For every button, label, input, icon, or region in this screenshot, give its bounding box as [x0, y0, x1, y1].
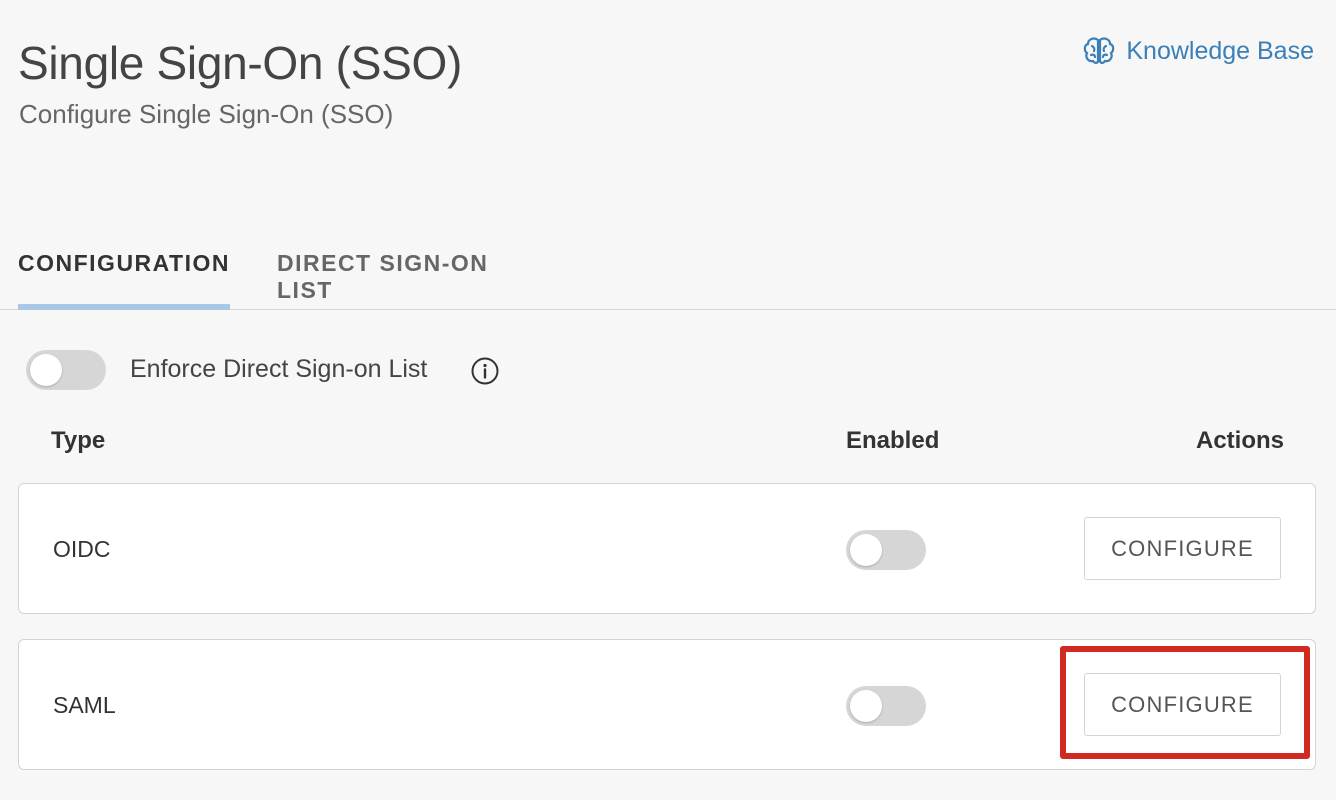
saml-enabled-toggle[interactable]: [846, 686, 926, 726]
sso-type-label: OIDC: [53, 536, 111, 562]
knowledge-base-label: Knowledge Base: [1126, 36, 1314, 65]
page-subtitle: Configure Single Sign-On (SSO): [19, 99, 394, 129]
page-title: Single Sign-On (SSO): [18, 37, 462, 89]
column-header-type: Type: [51, 427, 106, 454]
toggle-knob: [850, 534, 882, 566]
tab-bar: CONFIGURATION DIRECT SIGN-ON LIST: [0, 238, 1336, 310]
enforce-direct-sign-on-toggle[interactable]: [26, 350, 106, 390]
sso-type-label: SAML: [53, 692, 116, 718]
oidc-enabled-toggle[interactable]: [846, 530, 926, 570]
sso-row-saml: SAML CONFIGURE: [18, 639, 1316, 770]
sso-page: Single Sign-On (SSO) Configure Single Si…: [0, 0, 1336, 800]
saml-configure-button[interactable]: CONFIGURE: [1084, 673, 1281, 736]
column-header-actions: Actions: [1195, 427, 1284, 454]
info-icon[interactable]: [470, 356, 500, 386]
oidc-configure-button[interactable]: CONFIGURE: [1084, 517, 1281, 580]
column-header-enabled: Enabled: [846, 427, 940, 454]
tab-configuration[interactable]: CONFIGURATION: [18, 238, 230, 310]
toggle-knob: [30, 354, 62, 386]
brain-icon: [1084, 37, 1115, 64]
knowledge-base-link[interactable]: Knowledge Base: [1082, 36, 1314, 66]
enforce-direct-sign-on-label: Enforce Direct Sign-on List: [130, 355, 428, 383]
sso-row-oidc: OIDC CONFIGURE: [18, 483, 1316, 614]
tab-direct-sign-on-list[interactable]: DIRECT SIGN-ON LIST: [277, 238, 547, 310]
toggle-knob: [850, 690, 882, 722]
